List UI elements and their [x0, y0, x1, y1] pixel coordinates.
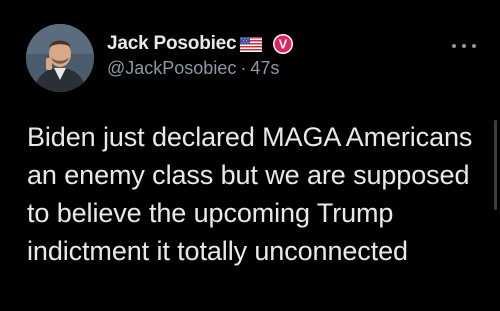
scrollbar[interactable]: [494, 120, 497, 210]
more-dot: [462, 44, 466, 48]
author-display-name[interactable]: Jack Posobiec: [107, 33, 237, 55]
meta-separator: ·: [240, 58, 247, 78]
author-handle[interactable]: @JackPosobiec: [107, 58, 236, 78]
tweet: Jack Posobiec V @JackPosobiec · 47s Bide…: [0, 0, 500, 311]
verified-badge-letter: V: [279, 37, 288, 52]
avatar[interactable]: [26, 24, 94, 92]
tweet-text: Biden just declared MAGA Americans an en…: [27, 122, 473, 266]
tweet-timestamp[interactable]: 47s: [250, 58, 279, 78]
avatar-image: [26, 24, 94, 92]
author-handle-row: @JackPosobiec · 47s: [107, 58, 279, 79]
author-name-row: Jack Posobiec V: [107, 32, 294, 56]
more-dot: [472, 44, 476, 48]
verified-badge-icon[interactable]: V: [272, 33, 294, 55]
more-options-icon[interactable]: [452, 36, 476, 56]
more-dot: [452, 44, 456, 48]
us-flag-icon: [240, 36, 263, 52]
